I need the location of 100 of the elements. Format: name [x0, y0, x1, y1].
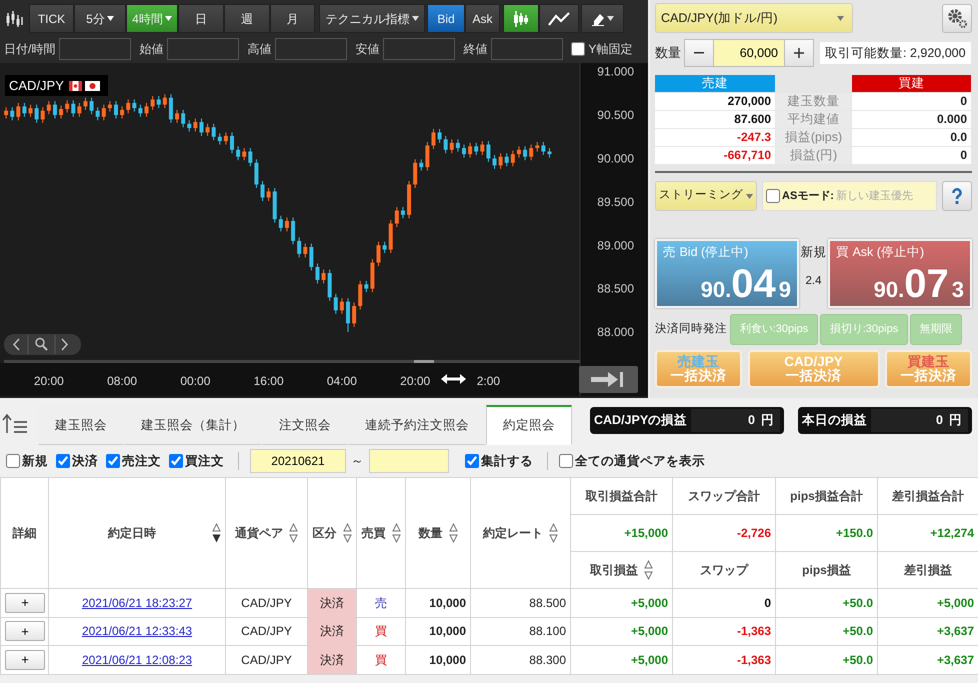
- candlestick: [535, 141, 540, 152]
- candlestick: [162, 94, 167, 109]
- candlestick: [358, 280, 362, 310]
- table-cell: +5,000: [570, 646, 672, 674]
- table-cell: 買: [356, 646, 406, 674]
- price-side-tab[interactable]: Bid: [427, 4, 465, 33]
- candlestick: [303, 243, 308, 258]
- input-field[interactable]: [59, 38, 132, 60]
- increment-button[interactable]: [784, 39, 814, 67]
- timeframe-tab[interactable]: 月: [270, 4, 315, 33]
- table-cell: 決済: [308, 588, 356, 617]
- candlestick: [456, 138, 460, 152]
- timeframe-tab[interactable]: 週: [224, 4, 270, 33]
- date-to-field[interactable]: [369, 449, 449, 473]
- table-cell: +50.0: [776, 588, 878, 617]
- candlestick: [346, 298, 350, 333]
- candlestick: [266, 187, 271, 202]
- checkbox[interactable]: [465, 454, 479, 468]
- help-button[interactable]: [942, 181, 972, 211]
- input-field[interactable]: [491, 38, 564, 60]
- checkbox[interactable]: [6, 454, 20, 468]
- checkbox[interactable]: [56, 454, 70, 468]
- available-quantity: 取引可能数量: 2,920,000: [820, 42, 971, 64]
- checkbox-label: 集計する: [481, 452, 533, 470]
- candlestick: [206, 123, 210, 136]
- scrollbar-thumb[interactable]: [414, 360, 434, 363]
- candlestick: [364, 280, 368, 293]
- candlestick: [16, 102, 20, 121]
- input-field[interactable]: [167, 38, 240, 60]
- spread-label: 新規: [800, 244, 826, 260]
- drawing-tool-button[interactable]: [581, 4, 624, 33]
- checkbox[interactable]: [571, 42, 586, 56]
- price-side-tab[interactable]: Ask: [465, 4, 500, 33]
- flag-icon: [69, 81, 82, 91]
- checkbox-label: 新規: [22, 452, 48, 470]
- checkbox[interactable]: [766, 189, 780, 203]
- y-axis-label: 90.500: [597, 108, 634, 122]
- detail-button[interactable]: +: [5, 592, 45, 613]
- checkbox[interactable]: [169, 454, 183, 468]
- chart-type-button[interactable]: [503, 4, 539, 33]
- detail-button[interactable]: +: [5, 650, 45, 670]
- total-value: -2,726: [736, 526, 771, 540]
- candlestick: [40, 106, 45, 124]
- settings-button[interactable]: [942, 4, 972, 32]
- table-cell: -247.3: [655, 129, 775, 146]
- detail-button[interactable]: +: [5, 621, 45, 642]
- x-axis-label: 00:00: [180, 374, 210, 388]
- column-header: スワップ: [700, 562, 748, 579]
- candlestick: [236, 146, 240, 161]
- timeframe-tab[interactable]: TICK: [29, 4, 74, 33]
- timeframe-tab[interactable]: 日: [178, 4, 224, 33]
- checkbox[interactable]: [559, 454, 573, 468]
- chart-type-button[interactable]: [539, 4, 579, 33]
- field-label: 安値: [355, 40, 380, 58]
- column-header: 取引損益合計: [586, 489, 658, 503]
- checkbox-label: ASモード:: [782, 188, 834, 204]
- candlestick: [291, 216, 296, 245]
- pair-dropdown[interactable]: CAD/JPY(加ドル/円): [655, 3, 853, 33]
- candlestick: [376, 241, 381, 267]
- table-cell: 0.000: [852, 111, 971, 128]
- y-axis-label: 91.000: [597, 64, 634, 79]
- timeframe-tab[interactable]: 5分: [74, 4, 126, 33]
- input-field[interactable]: [275, 38, 348, 60]
- candlestick: [529, 144, 534, 161]
- candlestick: [4, 106, 8, 120]
- buy-price-button[interactable]: 買 Ask (停止中) 90.07 3: [828, 239, 972, 308]
- candlestick: [278, 215, 283, 232]
- candlestick: [523, 146, 528, 161]
- column-header: 差引損益合計: [892, 489, 964, 503]
- x-axis-label: 04:00: [326, 374, 357, 388]
- date-from-field[interactable]: 20210621: [250, 449, 346, 473]
- column-header: スワップ合計: [688, 489, 760, 503]
- total-value: +150.0: [836, 526, 873, 540]
- candlestick: [547, 148, 552, 158]
- table-cell: 決済: [308, 617, 356, 646]
- sort-list-icon[interactable]: [2, 413, 28, 435]
- table-cell: 売: [356, 588, 406, 617]
- chart-navigator-control[interactable]: [4, 334, 81, 355]
- y-axis-label: 90.000: [597, 151, 634, 166]
- candlestick: [516, 146, 521, 158]
- sell-price-button[interactable]: 売 Bid (停止中) 90.049: [655, 239, 799, 308]
- candlestick: [474, 142, 478, 156]
- tab[interactable]: 約定照会: [486, 405, 572, 445]
- indicator-dropdown[interactable]: テクニカル指標: [319, 4, 425, 33]
- candlestick: [248, 148, 252, 167]
- column-header: 取引損益: [590, 562, 638, 579]
- plus-icon: [794, 48, 804, 58]
- candlestick: [150, 95, 155, 110]
- column-header: 通貨ペア: [235, 525, 283, 542]
- double-arrow-icon: [441, 374, 466, 384]
- checkbox[interactable]: [106, 454, 120, 468]
- price-mode-dropdown[interactable]: ストリーミング: [655, 181, 757, 211]
- table-cell: +50.0: [776, 617, 878, 646]
- quantity-label: 数量: [655, 44, 681, 62]
- field-label: 終値: [463, 40, 488, 58]
- checkbox-label: 売注文: [122, 452, 161, 470]
- input-field[interactable]: [383, 38, 456, 60]
- quantity-field[interactable]: 60,000: [714, 39, 784, 67]
- candlestick: [340, 298, 344, 314]
- scroll-to-end-button[interactable]: [579, 366, 638, 393]
